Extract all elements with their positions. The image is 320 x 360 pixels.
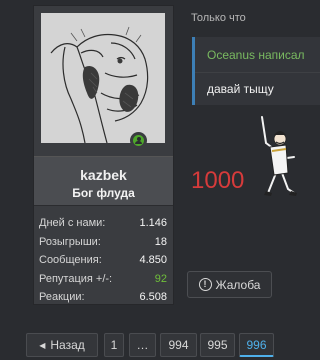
prev-page-button[interactable]: ◀ Назад <box>26 333 98 357</box>
username-link[interactable]: kazbek <box>34 167 173 183</box>
quote-divider <box>195 72 320 73</box>
exclamation-circle-icon: ! <box>198 278 212 291</box>
stat-days: Дней с нами: 1.146 <box>39 217 167 229</box>
page-link-current[interactable]: 996 <box>239 333 274 357</box>
report-button[interactable]: ! Жалоба <box>187 271 272 298</box>
chevron-left-icon: ◀ <box>39 340 46 350</box>
page-ellipsis[interactable]: … <box>129 333 156 357</box>
stat-messages: Сообщения: 4.850 <box>39 254 167 267</box>
online-status-icon <box>130 132 147 149</box>
page-link-995[interactable]: 995 <box>200 333 235 357</box>
report-button-label: Жалоба <box>215 277 261 292</box>
quote-author-link[interactable]: Oceanus написал <box>207 48 305 62</box>
camel-sketch-image <box>41 13 165 143</box>
page-link-994[interactable]: 994 <box>160 333 197 357</box>
user-name-block: kazbek Бог флуда <box>34 156 173 206</box>
stat-giveaways: Розыгрыши: 18 <box>39 235 167 248</box>
avatar[interactable] <box>41 13 165 143</box>
post-timestamp[interactable]: Только что <box>191 12 246 24</box>
quote-block: Oceanus написал давай тыщу <box>192 37 320 105</box>
stat-reactions: Реакции: 6.508 <box>39 291 167 304</box>
quote-text: давай тыщу <box>207 82 274 96</box>
page-link-1[interactable]: 1 <box>104 333 124 357</box>
dancing-man-emoji <box>261 116 297 196</box>
stat-reputation: Репутация +/-: 92 <box>39 272 167 285</box>
user-card: kazbek Бог флуда Дней с нами: 1.146 Розы… <box>33 5 174 305</box>
post-body-number: 1000 <box>191 167 245 194</box>
user-stats: Дней с нами: 1.146 Розыгрыши: 18 Сообщен… <box>39 214 167 307</box>
user-title: Бог флуда <box>72 186 135 200</box>
